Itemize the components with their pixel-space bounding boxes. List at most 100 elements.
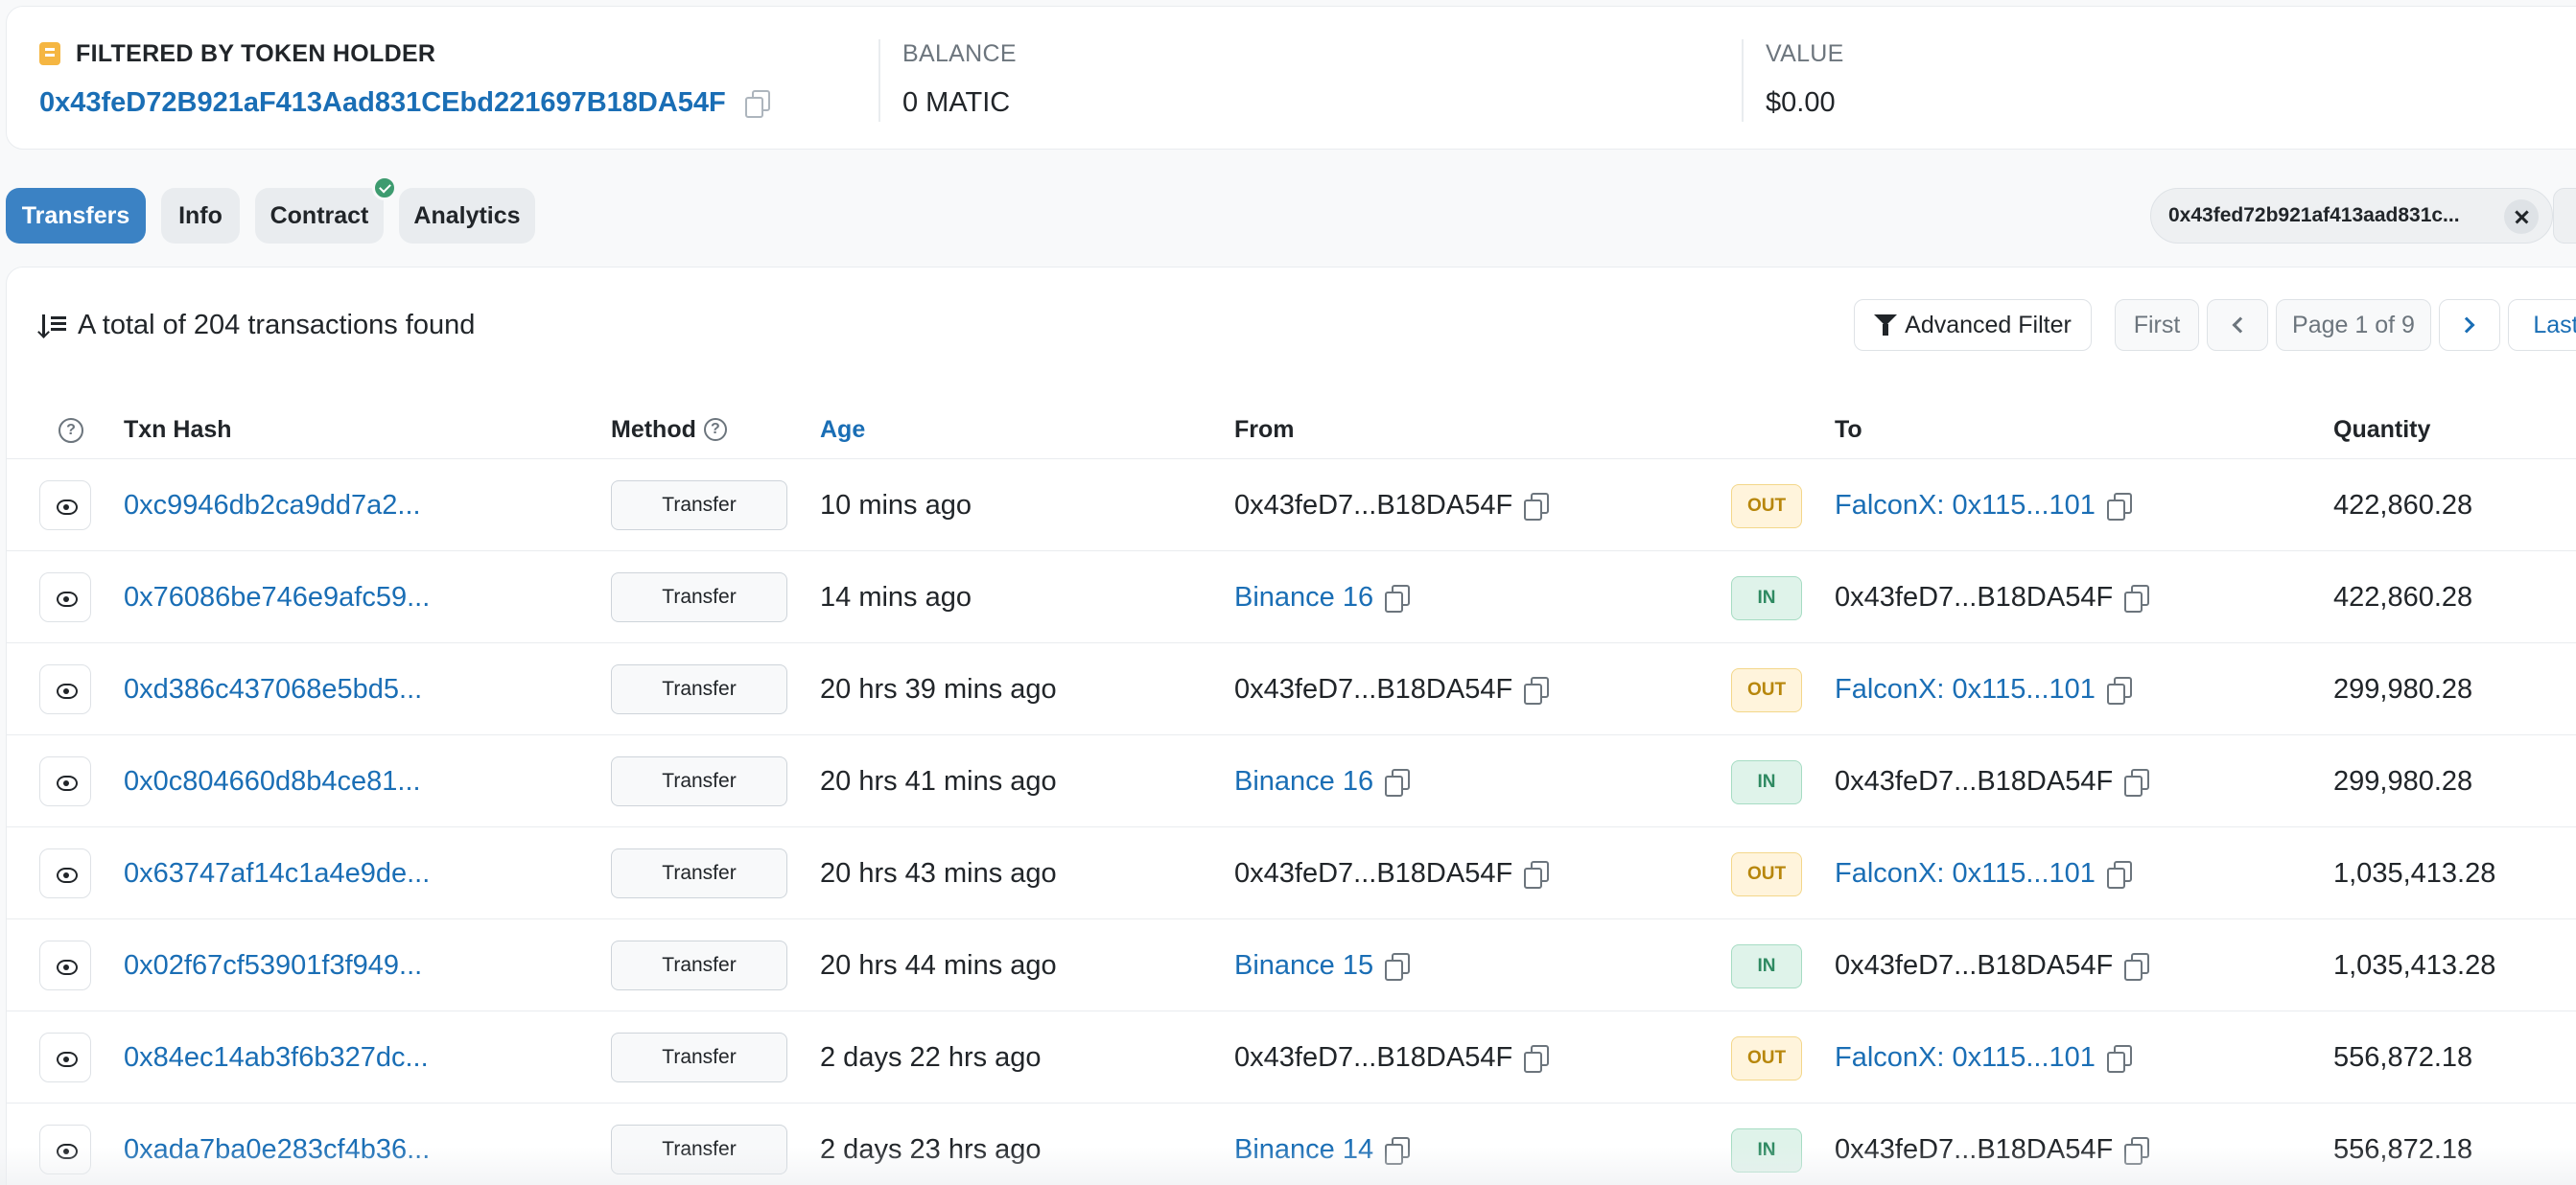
method-badge: Transfer xyxy=(611,848,787,898)
copy-icon[interactable] xyxy=(1524,1045,1550,1073)
age-cell: 2 days 22 hrs ago xyxy=(820,1041,1042,1073)
copy-icon[interactable] xyxy=(744,90,770,118)
view-details-eye-icon[interactable] xyxy=(39,664,91,714)
quantity-cell: 299,980.28 xyxy=(2333,765,2473,797)
divider xyxy=(878,39,880,122)
from-cell: 0x43feD7...B18DA54F xyxy=(1234,643,1550,735)
col-age[interactable]: Age xyxy=(820,400,865,459)
direction-badge: IN xyxy=(1731,760,1802,804)
direction-badge: IN xyxy=(1731,944,1802,988)
age-cell: 10 mins ago xyxy=(820,489,972,521)
view-details-eye-icon[interactable] xyxy=(39,480,91,530)
copy-icon[interactable] xyxy=(1524,861,1550,889)
method-badge: Transfer xyxy=(611,1033,787,1082)
next-page-button[interactable] xyxy=(2439,299,2500,351)
method-badge: Transfer xyxy=(611,664,787,714)
method-badge: Transfer xyxy=(611,480,787,530)
copy-icon[interactable] xyxy=(2124,953,2150,981)
balance-label: BALANCE xyxy=(902,39,1017,67)
view-details-eye-icon[interactable] xyxy=(39,572,91,622)
close-icon[interactable] xyxy=(2504,199,2539,234)
chevron-left-icon xyxy=(2232,316,2249,334)
tab-transfers[interactable]: Transfers xyxy=(6,188,146,244)
token-holder-icon xyxy=(39,42,60,65)
table-header: ? Txn Hash Method ? Age From To Quantity xyxy=(7,400,2576,459)
copy-icon[interactable] xyxy=(1385,769,1411,797)
total-text: A total of 204 transactions found xyxy=(78,309,476,340)
view-details-eye-icon[interactable] xyxy=(39,848,91,898)
direction-badge: OUT xyxy=(1731,1036,1802,1080)
copy-icon[interactable] xyxy=(2106,493,2132,521)
copy-icon[interactable] xyxy=(2124,769,2150,797)
first-page-button[interactable]: First xyxy=(2115,299,2199,351)
copy-icon[interactable] xyxy=(1524,677,1550,705)
quantity-cell: 422,860.28 xyxy=(2333,489,2473,521)
copy-icon[interactable] xyxy=(2106,677,2132,705)
previous-page-button[interactable] xyxy=(2207,299,2268,351)
balance-column: BALANCE 0 MATIC xyxy=(902,39,1017,120)
age-cell: 20 hrs 41 mins ago xyxy=(820,765,1057,797)
col-from: From xyxy=(1234,415,1295,443)
advanced-filter-button[interactable]: Advanced Filter xyxy=(1854,299,2092,351)
txn-hash-link[interactable]: 0xc9946db2ca9dd7a2... xyxy=(124,459,421,551)
bottom-fade xyxy=(0,1147,2576,1185)
from-cell[interactable]: Binance 15 xyxy=(1234,919,1411,1011)
view-details-eye-icon[interactable] xyxy=(39,756,91,806)
copy-icon[interactable] xyxy=(2124,585,2150,613)
token-holder-summary-card: FILTERED BY TOKEN HOLDER 0x43feD72B921aF… xyxy=(6,6,2576,150)
to-cell: 0x43feD7...B18DA54F xyxy=(1835,919,2150,1011)
direction-badge: OUT xyxy=(1731,484,1802,528)
balance-value: 0 MATIC xyxy=(902,86,1011,118)
age-cell: 20 hrs 44 mins ago xyxy=(820,949,1057,981)
tab-contract[interactable]: Contract xyxy=(255,188,384,244)
method-badge: Transfer xyxy=(611,756,787,806)
txn-hash-link[interactable]: 0xd386c437068e5bd5... xyxy=(124,643,422,735)
txn-hash-link[interactable]: 0x84ec14ab3f6b327dc... xyxy=(124,1011,429,1104)
help-icon[interactable]: ? xyxy=(703,418,727,441)
from-cell[interactable]: Binance 16 xyxy=(1234,551,1411,643)
tab-info[interactable]: Info xyxy=(161,188,240,244)
to-cell[interactable]: FalconX: 0x115...101 xyxy=(1835,1011,2132,1104)
txn-hash-link[interactable]: 0x63747af14c1a4e9de... xyxy=(124,827,430,919)
from-cell: 0x43feD7...B18DA54F xyxy=(1234,459,1550,551)
holder-column: FILTERED BY TOKEN HOLDER 0x43feD72B921aF… xyxy=(39,39,770,120)
transfers-table-card: A total of 204 transactions found Advanc… xyxy=(6,267,2576,1185)
txn-hash-link[interactable]: 0x76086be746e9afc59... xyxy=(124,551,430,643)
quantity-cell: 1,035,413.28 xyxy=(2333,949,2496,981)
help-icon[interactable]: ? xyxy=(59,418,83,443)
to-cell[interactable]: FalconX: 0x115...101 xyxy=(1835,459,2132,551)
table-row: 0x63747af14c1a4e9de... Transfer 20 hrs 43 … xyxy=(7,827,2576,919)
table-row: 0x84ec14ab3f6b327dc... Transfer 2 days 22 … xyxy=(7,1011,2576,1104)
col-method: Method ? xyxy=(611,400,727,459)
direction-badge: OUT xyxy=(1731,852,1802,896)
txn-hash-link[interactable]: 0x0c804660d8b4ce81... xyxy=(124,735,421,827)
copy-icon[interactable] xyxy=(1385,953,1411,981)
col-txn-hash: Txn Hash xyxy=(124,415,232,443)
table-row: 0xd386c437068e5bd5... Transfer 20 hrs 39 m… xyxy=(7,643,2576,735)
address-filter-chip: 0x43fed72b921af413aad831c... xyxy=(2150,188,2553,244)
txn-hash-link[interactable]: 0x02f67cf53901f3f949... xyxy=(124,919,422,1011)
to-cell[interactable]: FalconX: 0x115...101 xyxy=(1835,827,2132,919)
view-details-eye-icon[interactable] xyxy=(39,1033,91,1082)
from-cell[interactable]: Binance 16 xyxy=(1234,735,1411,827)
to-cell: 0x43feD7...B18DA54F xyxy=(1835,735,2150,827)
last-page-button[interactable]: Last xyxy=(2508,299,2576,351)
chevron-right-icon xyxy=(2458,316,2475,334)
method-badge: Transfer xyxy=(611,941,787,990)
quantity-cell: 422,860.28 xyxy=(2333,581,2473,613)
copy-icon[interactable] xyxy=(2106,861,2132,889)
quantity-cell: 556,872.18 xyxy=(2333,1041,2473,1073)
copy-icon[interactable] xyxy=(2106,1045,2132,1073)
search-button[interactable] xyxy=(2553,188,2576,244)
view-details-eye-icon[interactable] xyxy=(39,941,91,990)
tab-analytics[interactable]: Analytics xyxy=(399,188,535,244)
col-quantity: Quantity xyxy=(2333,415,2431,443)
to-cell[interactable]: FalconX: 0x115...101 xyxy=(1835,643,2132,735)
divider xyxy=(1742,39,1744,122)
copy-icon[interactable] xyxy=(1524,493,1550,521)
table-row: 0x0c804660d8b4ce81... Transfer 20 hrs 41 m… xyxy=(7,735,2576,827)
holder-address-link[interactable]: 0x43feD72B921aF413Aad831CEbd221697B18DA5… xyxy=(39,87,726,119)
copy-icon[interactable] xyxy=(1385,585,1411,613)
value-label: VALUE xyxy=(1766,39,1844,67)
method-badge: Transfer xyxy=(611,572,787,622)
